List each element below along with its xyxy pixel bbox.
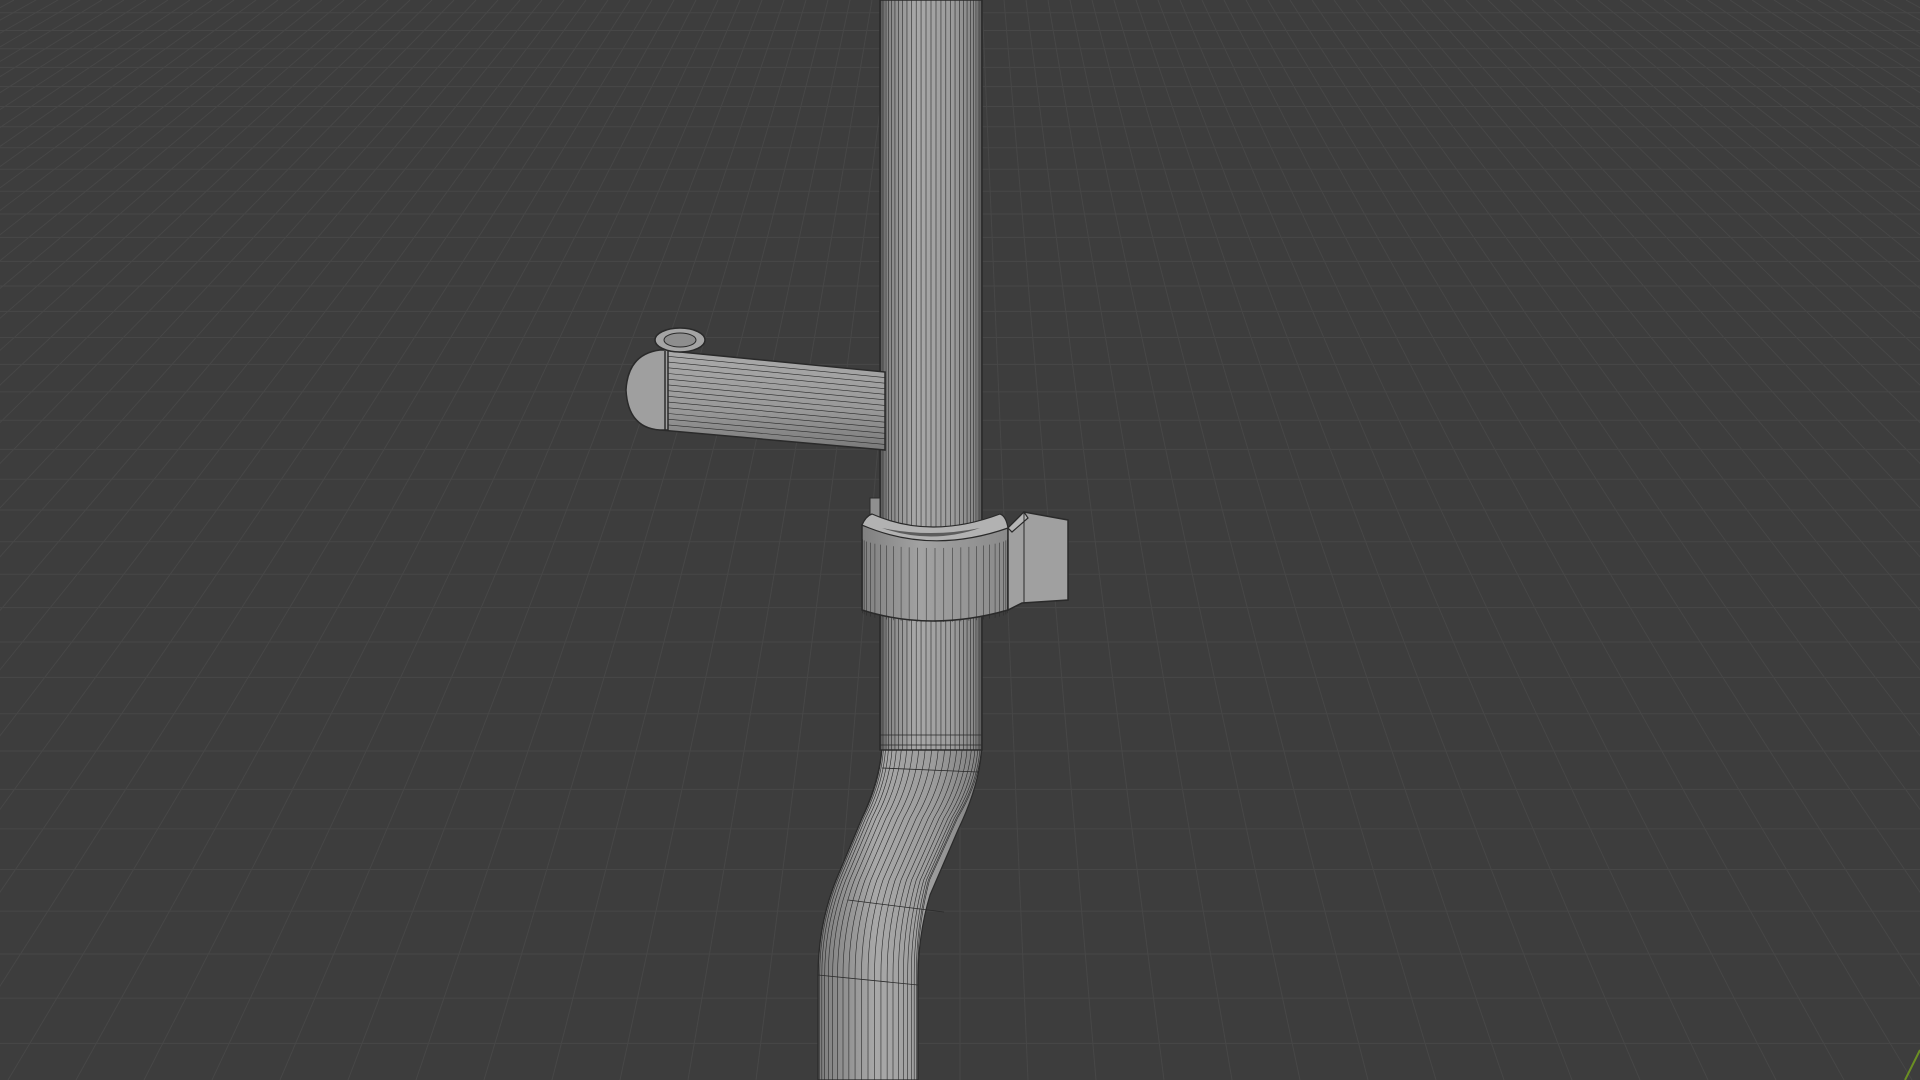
pipe-end-cap[interactable] <box>654 327 706 353</box>
grid-line <box>143 0 697 1080</box>
grid-line <box>1047 0 1233 1080</box>
grid-line <box>1729 0 1920 129</box>
grid-line <box>0 0 323 262</box>
grid-line <box>1553 0 1920 319</box>
grid-line <box>0 0 59 34</box>
grid-line <box>1575 0 1920 290</box>
grid-line <box>1289 0 1920 988</box>
grid-line <box>0 0 367 319</box>
grid-line <box>0 0 543 671</box>
grid-line <box>0 0 499 558</box>
grid-line <box>1201 0 1709 1080</box>
3d-viewport[interactable] <box>0 0 1920 1080</box>
grid-line <box>1223 0 1777 1080</box>
grid-line <box>415 0 785 1080</box>
offset-bend-pipe[interactable] <box>817 739 983 1080</box>
grid-line <box>1179 0 1641 1080</box>
grid-line <box>0 0 521 612</box>
grid-line <box>0 0 345 290</box>
grid-line <box>1311 0 1920 894</box>
grid-line <box>0 0 169 111</box>
grid-line <box>0 0 191 129</box>
grid-line <box>1773 0 1920 94</box>
clamp-tab[interactable] <box>1007 511 1069 612</box>
grid-line <box>619 0 851 1080</box>
grid-line <box>1751 0 1920 111</box>
grid-line <box>75 0 675 1080</box>
grid-line <box>279 0 741 1080</box>
grid-line <box>0 0 609 894</box>
grid-line <box>1597 0 1920 262</box>
grid-line <box>0 0 37 21</box>
grid-line <box>551 0 829 1080</box>
side-branch-pipe[interactable] <box>625 349 886 451</box>
grid-line <box>1421 0 1920 558</box>
grid-line <box>1839 0 1920 48</box>
grid-line <box>1069 0 1301 1080</box>
grid-line <box>1377 0 1920 671</box>
grid-line <box>483 0 807 1080</box>
scene-canvas[interactable] <box>0 0 1920 1080</box>
grid-line <box>1399 0 1920 612</box>
grid-line <box>0 0 565 737</box>
vertical-pipe[interactable] <box>879 0 983 751</box>
grid-line <box>1091 0 1369 1080</box>
grid-line <box>211 0 719 1080</box>
grid-line <box>1113 0 1437 1080</box>
grid-line <box>1355 0 1920 737</box>
grid-line <box>0 0 631 988</box>
grid-line <box>0 0 279 212</box>
grid-line <box>1245 0 1845 1080</box>
grid-line <box>1883 0 1920 21</box>
y-axis-line <box>1904 1049 1920 1080</box>
grid-line <box>0 0 81 48</box>
grid-line <box>0 0 257 189</box>
grid-line <box>1135 0 1505 1080</box>
grid-line <box>1663 0 1920 189</box>
grid-line <box>1641 0 1920 212</box>
grid-line <box>1861 0 1920 34</box>
grid-line <box>0 0 147 94</box>
